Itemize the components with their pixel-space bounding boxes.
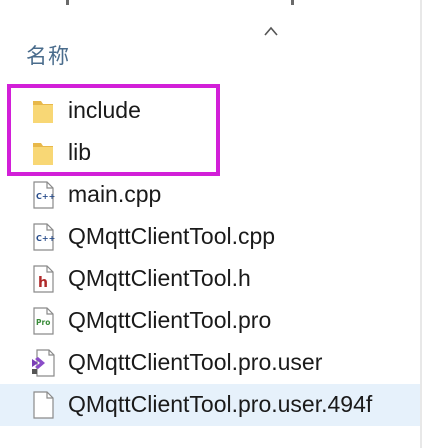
- top-strip: [0, 0, 422, 12]
- file-name: QMqttClientTool.pro.user.494f: [68, 391, 373, 417]
- blank-file-icon: [33, 391, 54, 419]
- file-row-lib[interactable]: lib: [0, 132, 422, 174]
- file-name: QMqttClientTool.pro: [68, 307, 272, 333]
- svg-text:h: h: [38, 275, 48, 291]
- svg-text:Pro: Pro: [36, 318, 50, 327]
- sort-ascending-icon[interactable]: [262, 24, 280, 38]
- cpp-file-icon: C++: [33, 223, 55, 251]
- header-file-icon: h: [33, 265, 54, 293]
- file-row-qmqttclienttool-pro-user-494f[interactable]: QMqttClientTool.pro.user.494f: [0, 384, 422, 426]
- file-row-qmqttclienttool-h[interactable]: h QMqttClientTool.h: [0, 258, 422, 300]
- file-name: lib: [68, 139, 92, 165]
- file-name: QMqttClientTool.cpp: [68, 223, 276, 249]
- folder-icon: [33, 143, 53, 165]
- svg-text:C++: C++: [36, 234, 55, 243]
- file-name: include: [68, 97, 141, 123]
- divider-mark: [291, 0, 294, 5]
- file-row-main-cpp[interactable]: C++ main.cpp: [0, 174, 422, 216]
- divider-mark: [66, 0, 69, 5]
- file-name: QMqttClientTool.h: [68, 265, 251, 291]
- file-row-qmqttclienttool-cpp[interactable]: C++ QMqttClientTool.cpp: [0, 216, 422, 258]
- pro-file-icon: Pro: [33, 307, 54, 335]
- cpp-file-icon: C++: [33, 181, 55, 209]
- file-row-qmqttclienttool-pro-user[interactable]: QMqttClientTool.pro.user: [0, 342, 422, 384]
- svg-text:C++: C++: [36, 192, 55, 201]
- file-row-include[interactable]: include: [0, 90, 422, 132]
- file-name: QMqttClientTool.pro.user: [68, 349, 323, 375]
- visual-studio-file-icon: [32, 349, 55, 377]
- name-column-header[interactable]: 名称: [26, 40, 70, 70]
- file-row-qmqttclienttool-pro[interactable]: Pro QMqttClientTool.pro: [0, 300, 422, 342]
- folder-icon: [33, 101, 53, 123]
- file-name: main.cpp: [68, 181, 162, 207]
